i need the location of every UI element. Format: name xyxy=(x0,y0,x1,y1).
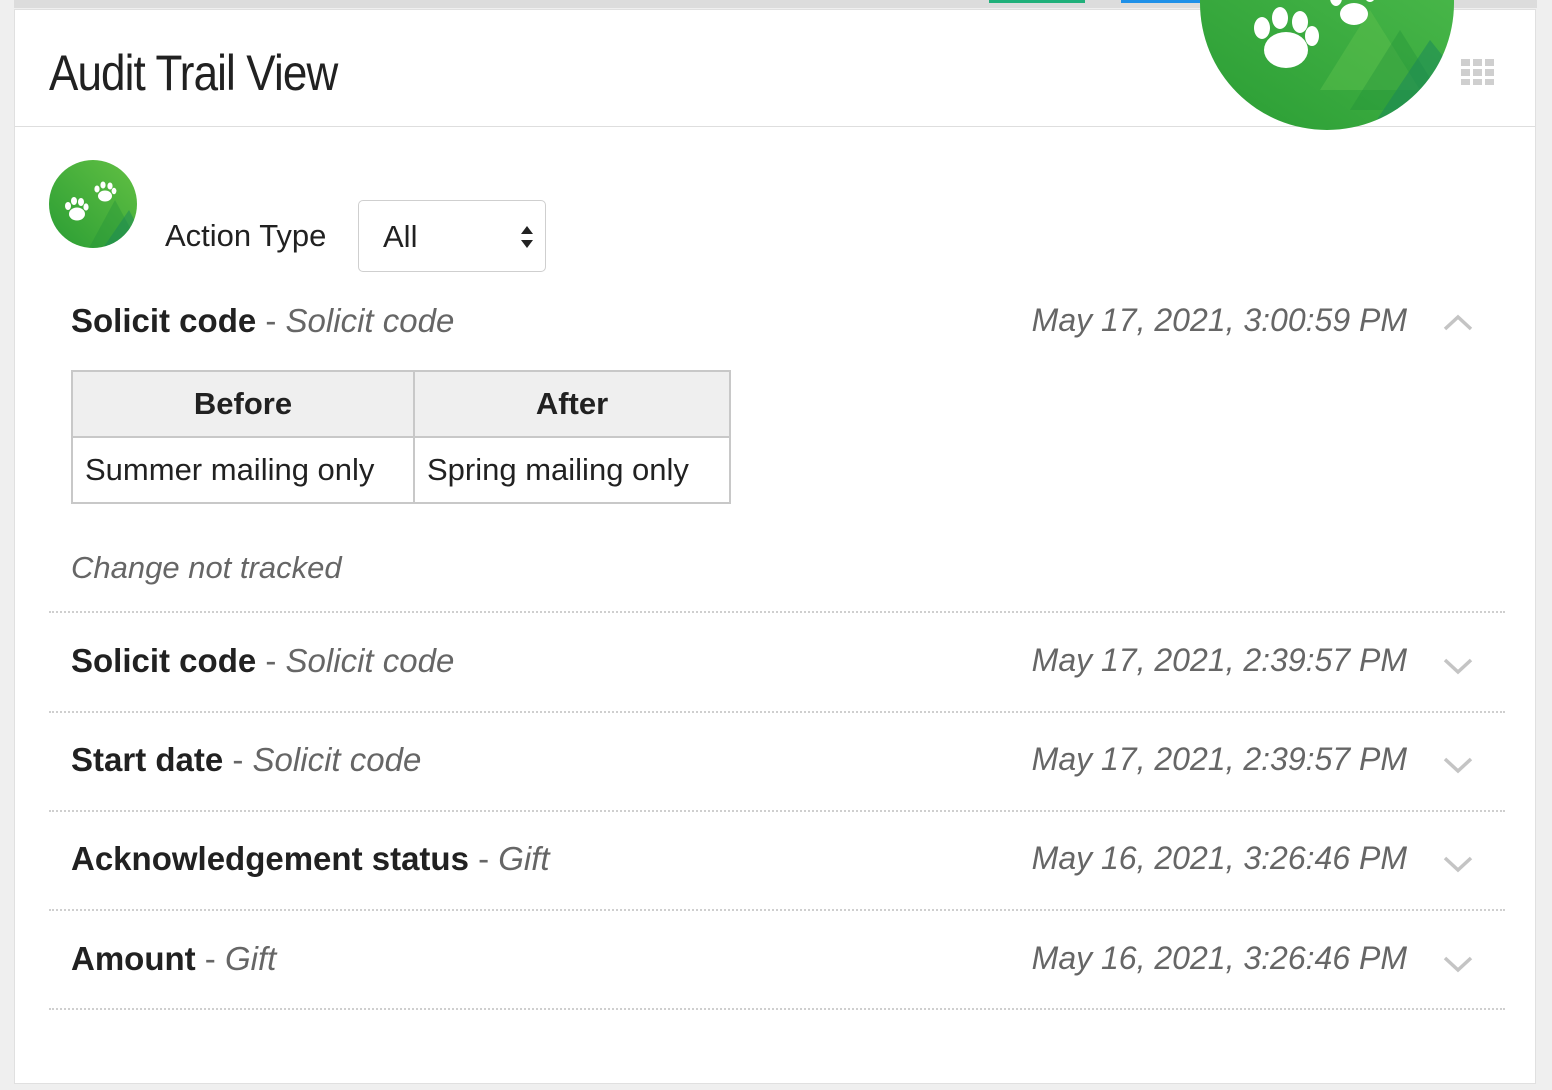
tab-indicator-blue[interactable] xyxy=(1121,0,1201,3)
entry-type: Solicit code xyxy=(285,302,455,339)
entry-timestamp: May 17, 2021, 2:39:57 PM xyxy=(1031,741,1407,777)
entry-type: Solicit code xyxy=(252,741,422,778)
entry-title: Solicit code - Solicit code xyxy=(71,302,454,340)
entry-timestamp: May 16, 2021, 3:26:46 PM xyxy=(1031,840,1407,876)
entry-separator: - xyxy=(223,741,253,778)
action-type-value: All xyxy=(383,219,418,254)
panel-header: Audit Trail View xyxy=(15,0,1535,130)
entry-field: Acknowledgement status xyxy=(71,840,469,877)
entry-field: Solicit code xyxy=(71,642,257,679)
divider xyxy=(49,909,1505,911)
audit-entry-expanded[interactable]: Solicit code - Solicit code May 17, 2021… xyxy=(49,302,1505,352)
change-table: Before After Summer mailing only Spring … xyxy=(71,370,731,504)
entry-type: Gift xyxy=(498,840,550,877)
entry-type: Gift xyxy=(224,940,277,977)
entry-timestamp: May 16, 2021, 3:26:46 PM xyxy=(1031,940,1407,976)
entry-separator: - xyxy=(468,840,499,877)
entry-field: Amount xyxy=(71,940,196,977)
paw-logo-icon xyxy=(1200,0,1454,130)
audit-trail-panel: Audit Trail View Action Type All Solicit… xyxy=(14,0,1536,1084)
audit-entry[interactable]: Start date - Solicit code May 17, 2021, … xyxy=(49,741,1505,791)
change-not-tracked-note: Change not tracked xyxy=(71,550,342,585)
entry-timestamp: May 17, 2021, 2:39:57 PM xyxy=(1031,642,1407,678)
paw-avatar-icon xyxy=(49,160,137,248)
before-value: Summer mailing only xyxy=(71,436,415,504)
page-title: Audit Trail View xyxy=(49,45,338,101)
tab-indicator-green[interactable] xyxy=(989,0,1085,3)
entry-timestamp: May 17, 2021, 3:00:59 PM xyxy=(1031,302,1407,338)
divider xyxy=(49,711,1505,713)
entry-separator: - xyxy=(195,940,225,977)
action-type-select[interactable]: All xyxy=(358,200,546,272)
divider xyxy=(49,611,1505,613)
column-header-after: After xyxy=(413,370,731,438)
entry-title: Start date - Solicit code xyxy=(71,741,421,779)
divider xyxy=(49,810,1505,812)
entry-field: Solicit code xyxy=(71,302,257,339)
chevron-down-icon[interactable] xyxy=(1441,846,1475,880)
select-arrows-icon xyxy=(521,226,533,248)
chevron-up-icon[interactable] xyxy=(1441,306,1475,340)
audit-entry[interactable]: Amount - Gift May 16, 2021, 3:26:46 PM xyxy=(49,940,1505,990)
chevron-down-icon[interactable] xyxy=(1441,648,1475,682)
entry-title: Solicit code - Solicit code xyxy=(71,642,454,680)
action-type-label: Action Type xyxy=(165,218,327,253)
table-row: Summer mailing only Spring mailing only xyxy=(71,436,731,504)
entry-type: Solicit code xyxy=(285,642,455,679)
column-header-before: Before xyxy=(71,370,415,438)
chevron-down-icon[interactable] xyxy=(1441,946,1475,980)
divider xyxy=(49,1008,1505,1010)
audit-entry[interactable]: Acknowledgement status - Gift May 16, 20… xyxy=(49,840,1505,890)
after-value: Spring mailing only xyxy=(413,436,731,504)
entry-separator: - xyxy=(256,302,286,339)
entry-separator: - xyxy=(256,642,286,679)
entry-field: Start date xyxy=(71,741,224,778)
chevron-down-icon[interactable] xyxy=(1441,747,1475,781)
audit-entry[interactable]: Solicit code - Solicit code May 17, 2021… xyxy=(49,642,1505,692)
apps-grid-icon[interactable] xyxy=(1461,59,1495,85)
entry-title: Amount - Gift xyxy=(71,940,276,978)
entry-title: Acknowledgement status - Gift xyxy=(71,840,550,878)
